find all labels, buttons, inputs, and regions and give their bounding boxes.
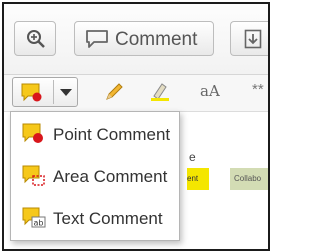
menu-item-label: Text Comment xyxy=(53,209,163,228)
menu-item-label: Area Comment xyxy=(53,167,168,186)
chevron-down-icon[interactable] xyxy=(60,89,72,97)
menu-item-label: Point Comment xyxy=(53,125,171,144)
comment-button-label: Comment xyxy=(115,29,198,50)
menu-item-point-comment[interactable]: Point Comment xyxy=(11,114,179,154)
point-comment-icon xyxy=(22,123,43,143)
highlighter-icon[interactable] xyxy=(149,81,171,103)
partial-text: e xyxy=(189,150,196,164)
area-comment-icon xyxy=(22,165,45,186)
speech-bubble-icon xyxy=(86,30,108,48)
text-size-tool[interactable]: aA xyxy=(200,82,220,100)
menu-item-text-comment[interactable]: ab Text Comment xyxy=(11,198,179,238)
collaboration-tag: Collabo xyxy=(230,168,268,190)
download-button[interactable] xyxy=(230,21,268,56)
point-comment-icon xyxy=(21,83,42,102)
download-icon xyxy=(244,29,262,49)
screenshot-frame: Comment aA ** e ent Collabo Point Commen… xyxy=(2,2,270,251)
menu-item-area-comment[interactable]: Area Comment xyxy=(11,156,179,196)
main-toolbar: Comment xyxy=(4,4,268,75)
annotation-toolbar: aA ** xyxy=(4,75,268,112)
comment-type-menu: Point Comment Area Comment ab Text Comme… xyxy=(10,111,180,241)
highlighted-text: ent xyxy=(187,168,209,190)
zoom-button[interactable] xyxy=(14,21,56,56)
dropdown-separator xyxy=(53,80,54,104)
text-comment-icon: ab xyxy=(22,207,46,228)
zoom-in-icon xyxy=(27,30,45,48)
svg-text:ab: ab xyxy=(34,219,44,228)
pencil-icon[interactable] xyxy=(104,82,124,102)
more-tools-icon[interactable]: ** xyxy=(252,81,264,98)
comment-tool-dropdown[interactable] xyxy=(12,77,78,107)
comment-button[interactable]: Comment xyxy=(74,21,214,56)
